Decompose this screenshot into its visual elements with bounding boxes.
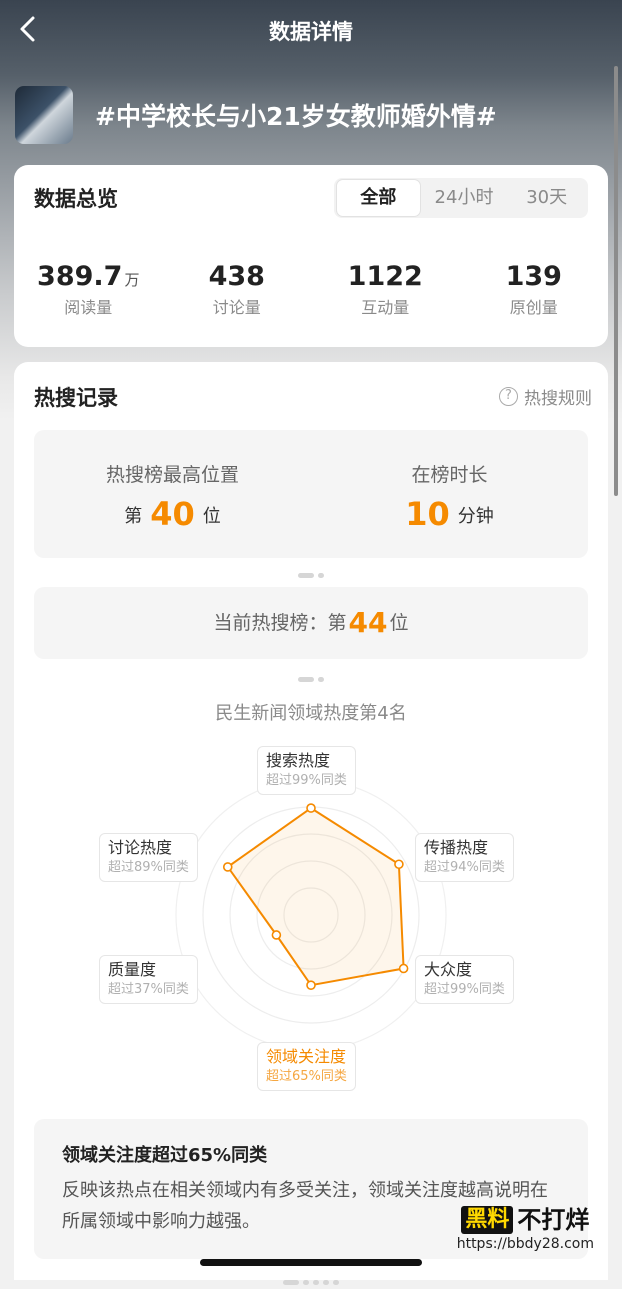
overview-title: 数据总览 <box>34 187 118 211</box>
stat-value: 139 <box>505 261 562 292</box>
metric-percentile: 超过37%同类 <box>108 982 189 997</box>
radar-point <box>271 930 282 940</box>
radar-point <box>398 963 409 974</box>
stat-value: 389.7 <box>37 261 123 292</box>
metric-name: 领域关注度 <box>266 1047 347 1066</box>
metric-search-heat[interactable]: 搜索热度 超过99%同类 <box>257 746 356 795</box>
metric-percentile: 超过99%同类 <box>424 982 505 997</box>
metric-domain-attention[interactable]: 领域关注度 超过65%同类 <box>257 1042 356 1091</box>
metric-percentile: 超过99%同类 <box>266 773 347 788</box>
topic-thumbnail[interactable] <box>15 86 73 144</box>
page-dot <box>323 1280 329 1285</box>
stat-reads: 389.7 万 阅读量 <box>14 261 163 318</box>
metric-percentile: 超过94%同类 <box>424 860 505 875</box>
radar-point <box>306 980 316 991</box>
topic-title: #中学校长与小21岁女教师婚外情# <box>95 102 497 131</box>
metric-name: 大众度 <box>424 960 473 979</box>
metric-spread-heat[interactable]: 传播热度 超过94%同类 <box>415 833 514 882</box>
scrollbar[interactable] <box>614 66 618 496</box>
radar-area <box>226 806 405 987</box>
hot-search-card: 热搜记录 ? 热搜规则 热搜榜最高位置 第 40 位 在榜时长 10 分钟 当前热搜榜… <box>14 362 608 1280</box>
metric-percentile: 超过89%同类 <box>108 860 189 875</box>
home-indicator[interactable] <box>200 1259 422 1266</box>
top-bar: 数据详情 <box>0 0 622 64</box>
metric-quality[interactable]: 质量度 超过37%同类 <box>99 955 198 1004</box>
stat-label: 原创量 <box>509 298 558 317</box>
stat-label: 阅读量 <box>64 298 113 317</box>
radar-point <box>222 862 233 872</box>
stat-label: 讨论量 <box>212 298 261 317</box>
tab-30d[interactable]: 30天 <box>505 180 588 216</box>
stat-label: 互动量 <box>361 298 410 317</box>
metric-popularity[interactable]: 大众度 超过99%同类 <box>415 955 514 1004</box>
watermark-logo-black: 黑料 <box>461 1206 514 1234</box>
stat-value: 1122 <box>347 261 423 292</box>
watermark-url: https://bbdy28.com <box>456 1236 594 1252</box>
page-dot-active <box>283 1280 299 1285</box>
metric-percentile: 超过65%同类 <box>266 1069 347 1084</box>
time-range-segmented-control: 全部 24小时 30天 <box>334 178 588 218</box>
metric-name: 讨论热度 <box>108 838 173 857</box>
stat-interactions: 1122 互动量 <box>311 261 460 318</box>
metric-name: 质量度 <box>108 960 157 979</box>
description-title: 领域关注度超过65%同类 <box>62 1145 268 1166</box>
metric-discussion-heat[interactable]: 讨论热度 超过89%同类 <box>99 833 198 882</box>
data-overview-card: 数据总览 全部 24小时 30天 389.7 万 阅读量 438 讨论量 1122… <box>14 165 608 347</box>
page-dot <box>333 1280 339 1285</box>
page-dot <box>313 1280 319 1285</box>
radar-point <box>306 803 316 813</box>
watermark-logo: 黑料 不打烊 <box>457 1206 594 1234</box>
page-dot <box>303 1280 309 1285</box>
topic-header: #中学校长与小21岁女教师婚外情# <box>15 86 602 144</box>
site-watermark: 黑料 不打烊 https://bbdy28.com <box>457 1206 594 1252</box>
metric-name: 搜索热度 <box>266 751 331 770</box>
metric-name: 传播热度 <box>424 838 489 857</box>
page-title: 数据详情 <box>269 20 353 44</box>
radar-point <box>394 859 404 870</box>
stat-originals: 139 原创量 <box>460 261 609 318</box>
stat-value: 438 <box>208 261 265 292</box>
overview-stats: 389.7 万 阅读量 438 讨论量 1122 互动量 139 原创量 <box>14 261 608 318</box>
tab-all[interactable]: 全部 <box>336 179 421 217</box>
tab-24h[interactable]: 24小时 <box>423 180 506 216</box>
stat-discussions: 438 讨论量 <box>163 261 312 318</box>
watermark-logo-text: 不打烊 <box>517 1206 590 1234</box>
stat-unit: 万 <box>124 271 140 289</box>
